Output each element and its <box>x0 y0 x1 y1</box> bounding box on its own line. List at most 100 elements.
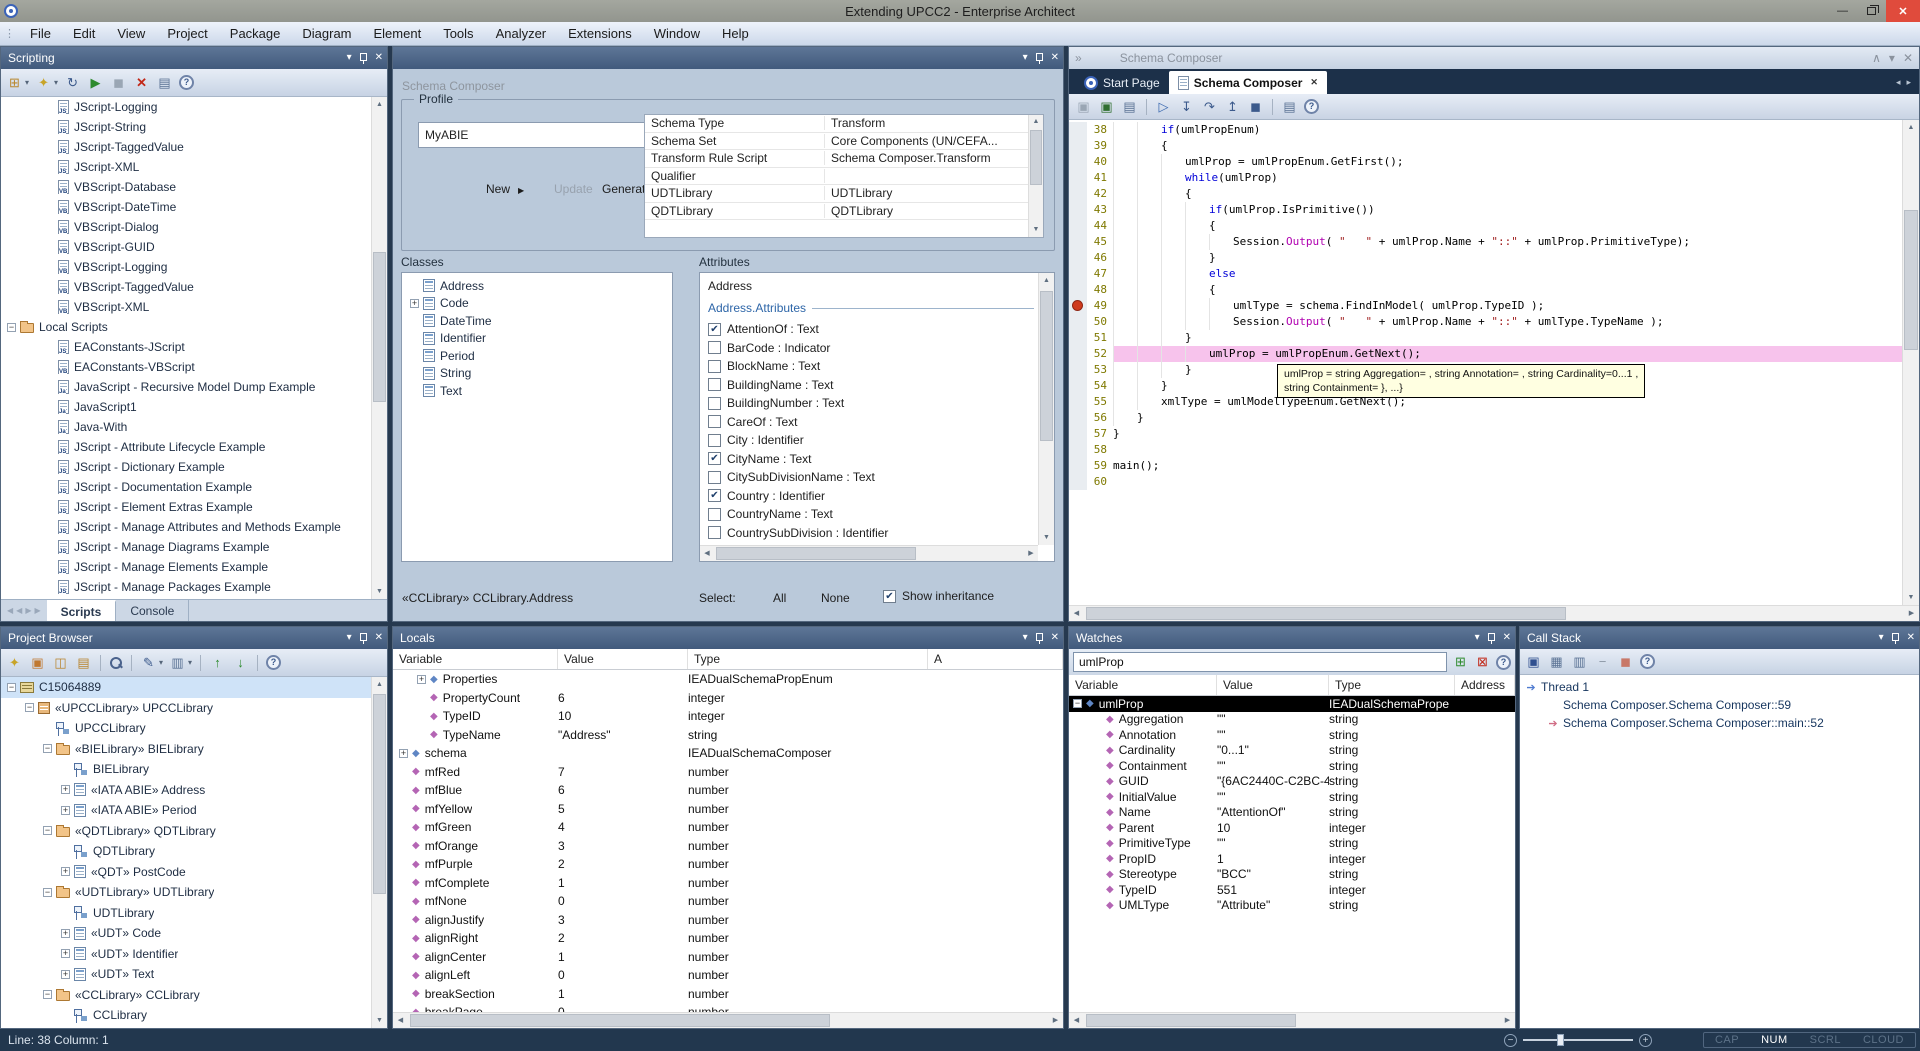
code-line[interactable]: 49umlType = schema.FindInModel( umlProp.… <box>1069 298 1902 314</box>
new-button[interactable]: New▶ <box>486 182 524 196</box>
tree-row[interactable]: −Local Scripts <box>1 317 387 337</box>
menu-analyzer[interactable]: Analyzer <box>485 24 558 43</box>
variable-row[interactable]: ◆alignCenter1number <box>393 948 1063 967</box>
restore-button[interactable] <box>1857 0 1886 22</box>
variable-row[interactable]: ◆alignJustify3number <box>393 911 1063 930</box>
column-header-type[interactable]: Type <box>1329 675 1455 695</box>
attribute-row[interactable]: CareOf : Text <box>708 413 1038 432</box>
scrollbar-thumb[interactable] <box>410 1014 830 1027</box>
breakpoint-margin[interactable] <box>1069 314 1087 330</box>
close-icon[interactable]: ✕ <box>1907 633 1915 643</box>
thread-view-icon[interactable]: ▦ <box>1548 654 1565 670</box>
code-line[interactable]: 51} <box>1069 330 1902 346</box>
panel-menu-icon[interactable]: ▾ <box>1879 633 1884 643</box>
scroll-left-icon[interactable]: ◀ <box>1069 606 1084 621</box>
attribute-row[interactable]: CitySubDivisionName : Text <box>708 468 1038 487</box>
tree-row[interactable]: BIELibrary <box>1 759 387 780</box>
tree-row[interactable]: −«CCLibrary» CCLibrary <box>1 985 387 1006</box>
profile-name-field[interactable]: MyABIE ... <box>418 122 666 148</box>
tree-row[interactable]: VBScript-DateTime <box>1 197 387 217</box>
tree-row[interactable]: +«IATA ABIE» Period <box>1 800 387 821</box>
help-icon[interactable] <box>266 655 281 670</box>
editor-hscrollbar[interactable]: ◀ ▶ <box>1069 605 1919 621</box>
breakpoint-margin[interactable] <box>1069 426 1087 442</box>
code-line[interactable]: 57} <box>1069 426 1902 442</box>
first-tab-icon[interactable]: ◀ <box>7 606 13 615</box>
attribute-checkbox[interactable] <box>708 360 721 373</box>
watch-expression-input[interactable] <box>1073 652 1447 672</box>
scroll-up-icon[interactable]: ▲ <box>1903 120 1919 135</box>
breakpoint-margin[interactable] <box>1069 170 1087 186</box>
select-all-button[interactable]: All <box>773 591 786 605</box>
step-into-icon[interactable]: ↧ <box>1178 99 1195 115</box>
tree-row[interactable]: VBScript-XML <box>1 297 387 317</box>
close-icon[interactable]: ✕ <box>375 633 383 643</box>
tree-row[interactable]: UPCCLibrary <box>1 718 387 739</box>
tree-row[interactable]: −«UDTLibrary» UDTLibrary <box>1 882 387 903</box>
breakpoint-margin[interactable] <box>1069 410 1087 426</box>
column-header-a[interactable]: A <box>928 649 1063 669</box>
scroll-down-icon[interactable]: ▼ <box>1039 530 1054 545</box>
tab-start-page[interactable]: Start Page <box>1071 71 1169 94</box>
scripting-header[interactable]: Scripting ▾ ✕ <box>1 47 387 69</box>
variable-row[interactable]: ◆Aggregation""string <box>1069 712 1515 728</box>
menu-drag-handle[interactable]: ⋮ <box>0 27 19 40</box>
attribute-row[interactable]: AttentionOf : Text <box>708 320 1038 339</box>
tree-row[interactable]: −«BIELibrary» BIELibrary <box>1 739 387 760</box>
tree-row[interactable]: −C15064889 <box>1 677 387 698</box>
code-line[interactable]: 45Session.Output( " " + umlProp.Name + "… <box>1069 234 1902 250</box>
attribute-checkbox[interactable] <box>708 471 721 484</box>
menu-diagram[interactable]: Diagram <box>291 24 362 43</box>
help-icon[interactable] <box>179 75 194 90</box>
breakpoint-margin[interactable] <box>1069 458 1087 474</box>
breakpoint-margin[interactable] <box>1069 202 1087 218</box>
help-icon[interactable] <box>1304 99 1319 114</box>
scroll-up-icon[interactable]: ▲ <box>372 97 387 112</box>
column-header-value[interactable]: Value <box>1217 675 1329 695</box>
variable-row[interactable]: ◆PrimitiveType""string <box>1069 836 1515 852</box>
tree-row[interactable]: VBScript-GUID <box>1 237 387 257</box>
minus-expander[interactable]: − <box>43 888 52 897</box>
stack-frame[interactable]: Schema Composer.Schema Composer::59 <box>1520 696 1919 714</box>
tree-row[interactable]: −«UPCCLibrary» UPCCLibrary <box>1 698 387 719</box>
tree-row[interactable]: JScript - Manage Packages Example <box>1 577 387 597</box>
attribute-checkbox[interactable] <box>708 323 721 336</box>
menu-package[interactable]: Package <box>219 24 292 43</box>
scroll-right-icon[interactable]: ▶ <box>1024 546 1038 561</box>
class-row[interactable]: Address <box>402 277 672 295</box>
minus-expander[interactable]: − <box>43 744 52 753</box>
breakpoint-margin[interactable] <box>1069 442 1087 458</box>
scrollbar-thumb[interactable] <box>1904 210 1918 350</box>
variable-row[interactable]: ◆mfRed7number <box>393 763 1063 782</box>
help-icon[interactable] <box>1496 655 1511 670</box>
variable-row[interactable]: ◆breakPage0number <box>393 1003 1063 1012</box>
close-icon[interactable]: ✕ <box>1051 633 1059 643</box>
step-out-icon[interactable]: ↥ <box>1224 99 1241 115</box>
new-script-icon[interactable]: ✦ <box>35 75 52 91</box>
plus-expander[interactable]: + <box>61 867 70 876</box>
new-model-icon[interactable]: ✦ <box>6 655 23 671</box>
pin-icon[interactable] <box>1035 52 1044 64</box>
breakpoint-margin[interactable] <box>1069 234 1087 250</box>
code-line[interactable]: 58 <box>1069 442 1902 458</box>
tab-right-icon[interactable]: ▸ <box>1906 77 1911 88</box>
property-row[interactable]: Schema TypeTransform <box>645 115 1028 133</box>
tree-row[interactable]: VBScript-Database <box>1 177 387 197</box>
copy-icon-dropdown[interactable]: ▾ <box>188 658 192 667</box>
scroll-down-icon[interactable]: ▼ <box>1029 223 1043 237</box>
code-line[interactable]: 41while(umlProp) <box>1069 170 1902 186</box>
variable-row[interactable]: ◆mfBlue6number <box>393 781 1063 800</box>
code-line[interactable]: 50Session.Output( " " + umlProp.Name + "… <box>1069 314 1902 330</box>
attribute-row[interactable]: CityName : Text <box>708 450 1038 469</box>
attribute-row[interactable]: BuildingNumber : Text <box>708 394 1038 413</box>
tree-row[interactable]: JScript - Manage Attributes and Methods … <box>1 517 387 537</box>
code-line[interactable]: 59main(); <box>1069 458 1902 474</box>
scripting-scrollbar[interactable]: ▲ ▼ <box>371 97 387 599</box>
pin-icon[interactable] <box>359 632 368 644</box>
code-line[interactable]: 43if(umlProp.IsPrimitive()) <box>1069 202 1902 218</box>
watches-header[interactable]: Watches ▾ ✕ <box>1069 627 1515 649</box>
tree-row[interactable]: JScript-XML <box>1 157 387 177</box>
variable-row[interactable]: ◆Annotation""string <box>1069 727 1515 743</box>
show-inheritance-checkbox[interactable]: Show inheritance <box>883 589 994 603</box>
column-header-variable[interactable]: Variable <box>393 649 558 669</box>
